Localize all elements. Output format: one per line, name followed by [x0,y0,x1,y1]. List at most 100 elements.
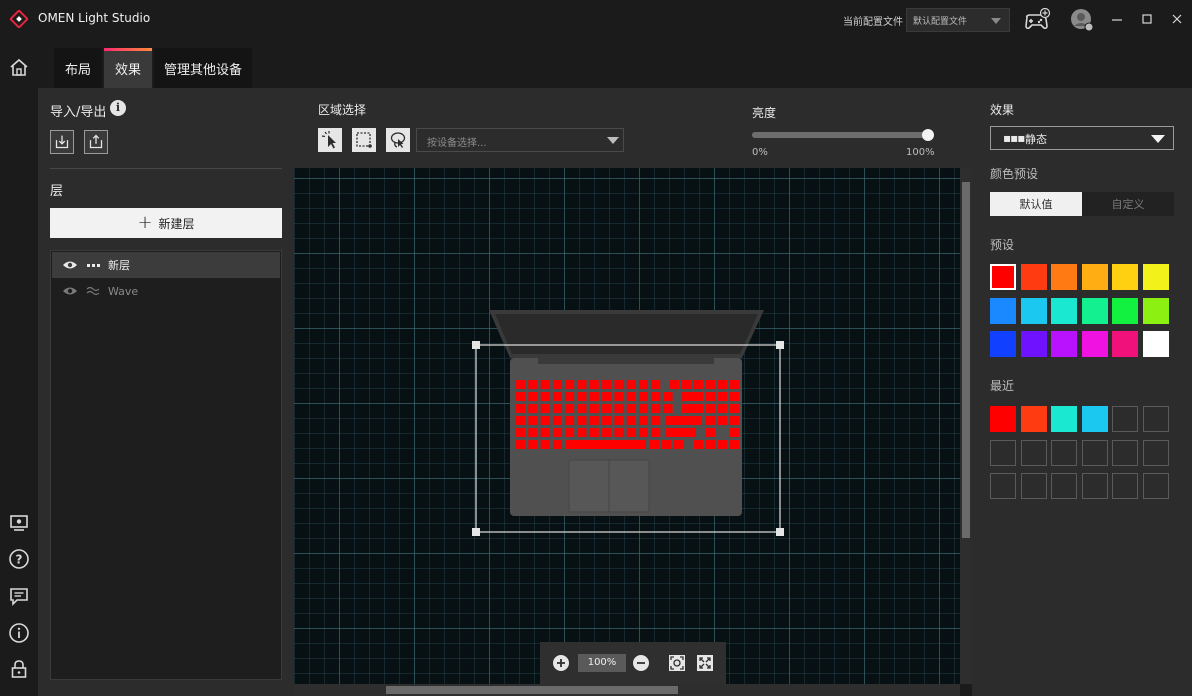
keyboard-key[interactable] [706,380,715,389]
home-icon[interactable] [8,56,30,78]
keyboard-key[interactable] [528,380,538,389]
gamepad-icon[interactable] [1022,8,1052,32]
keyboard-key[interactable] [718,416,727,425]
color-swatch[interactable] [990,264,1016,290]
keyboard-key[interactable] [540,404,550,413]
keyboard-key[interactable] [540,440,550,449]
keyboard-key[interactable] [552,416,562,425]
keyboard-key[interactable] [666,428,696,437]
keyboard-key[interactable] [730,416,739,425]
keyboard-key[interactable] [602,428,612,437]
maximize-icon[interactable] [1138,10,1156,28]
tab-custom-presets[interactable]: 自定义 [1082,192,1174,216]
keyboard-key[interactable] [730,440,739,449]
tab-layout[interactable]: 布局 [54,48,102,88]
keyboard-key[interactable] [577,392,587,401]
keyboard-key[interactable] [540,428,550,437]
import-button[interactable] [50,130,74,154]
display-settings-icon[interactable] [8,512,30,534]
keyboard-key[interactable] [516,380,525,389]
keyboard-key[interactable] [552,380,562,389]
keyboard-key[interactable] [614,416,624,425]
keyboard-key[interactable] [516,404,525,413]
layer-item-new[interactable]: 新层 [52,252,280,278]
keyboard-key[interactable] [639,416,648,425]
fullscreen-icon[interactable] [696,654,714,672]
device-select-dropdown[interactable]: 按设备选择... [416,128,624,152]
empty-color-slot[interactable] [1112,406,1139,432]
keyboard-key[interactable] [528,416,538,425]
color-swatch[interactable] [1051,406,1078,432]
keyboard-key[interactable] [614,428,624,437]
empty-color-slot[interactable] [1081,439,1108,466]
keyboard-key[interactable] [602,380,612,389]
color-swatch[interactable] [1051,331,1078,357]
keyboard-key[interactable] [718,380,727,389]
minimize-icon[interactable] [1108,10,1126,28]
keyboard-key[interactable] [577,416,587,425]
color-swatch[interactable] [1143,264,1169,290]
rectangle-select-icon[interactable] [352,128,376,152]
keyboard-key[interactable] [730,380,739,389]
close-icon[interactable] [1168,10,1186,28]
keyboard-key[interactable] [602,404,612,413]
keyboard-key[interactable] [528,428,538,437]
keyboard-key[interactable] [577,428,587,437]
keyboard-key[interactable] [528,392,538,401]
keyboard-key[interactable] [626,416,636,425]
keyboard-key[interactable] [614,392,624,401]
keyboard-key[interactable] [682,380,691,389]
keyboard-key[interactable] [651,416,661,425]
keyboard-key[interactable] [566,440,646,449]
keyboard-key[interactable] [552,404,562,413]
empty-color-slot[interactable] [1020,473,1047,499]
keyboard-key[interactable] [589,404,599,413]
empty-color-slot[interactable] [1020,439,1047,466]
keyboard-key[interactable] [706,416,715,425]
vertical-scrollbar[interactable] [960,168,972,684]
effect-dropdown[interactable]: ▪▪▪ 静态 [990,126,1174,150]
keyboard-key[interactable] [516,416,525,425]
keyboard-key[interactable] [516,392,525,401]
export-button[interactable] [84,130,108,154]
keyboard-key[interactable] [682,404,703,413]
color-swatch[interactable] [1020,264,1047,290]
eye-icon[interactable] [62,286,78,296]
eye-icon[interactable] [62,260,78,270]
color-swatch[interactable] [990,297,1016,324]
resize-handle[interactable] [472,341,480,349]
keyboard-key[interactable] [639,380,648,389]
color-swatch[interactable] [1143,297,1169,324]
keyboard-key[interactable] [589,392,599,401]
keyboard-key[interactable] [552,440,562,449]
color-swatch[interactable] [1081,406,1108,432]
lighting-canvas[interactable]: 100% [294,168,960,684]
keyboard-key[interactable] [650,440,659,449]
keyboard-key[interactable] [565,428,575,437]
zoom-out-icon[interactable] [632,654,650,672]
keyboard-key[interactable] [540,416,550,425]
keyboard-key[interactable] [528,404,538,413]
brightness-slider[interactable] [752,129,934,141]
keyboard-key[interactable] [602,392,612,401]
lasso-select-icon[interactable] [386,128,410,152]
empty-color-slot[interactable] [990,473,1016,499]
keyboard-key[interactable] [565,380,575,389]
keyboard-key[interactable] [651,392,661,401]
keyboard-key[interactable] [706,392,715,401]
resize-handle[interactable] [776,528,784,536]
color-swatch[interactable] [1112,331,1139,357]
keyboard-key[interactable] [666,416,701,425]
keyboard-key[interactable] [663,404,673,413]
keyboard-key[interactable] [682,392,703,401]
keyboard-key[interactable] [614,404,624,413]
tab-default-presets[interactable]: 默认值 [990,192,1082,216]
color-swatch[interactable] [1143,331,1169,357]
keyboard-key[interactable] [651,380,661,389]
empty-color-slot[interactable] [1081,473,1108,499]
color-swatch[interactable] [1081,297,1108,324]
info-icon[interactable]: i [110,100,126,116]
color-swatch[interactable] [1020,331,1047,357]
keyboard-key[interactable] [694,380,703,389]
keyboard-key[interactable] [626,380,636,389]
